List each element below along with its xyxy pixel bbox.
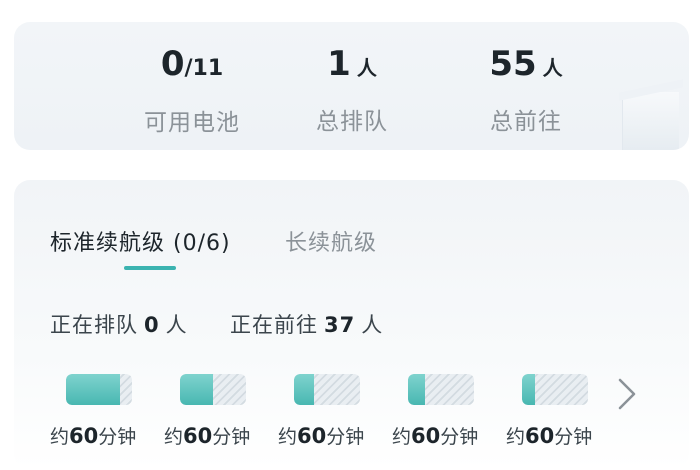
battery-icon bbox=[522, 374, 588, 405]
stat-unit: 人 bbox=[356, 56, 377, 80]
battery-charge-level bbox=[180, 374, 213, 405]
eta-prefix: 约 bbox=[392, 426, 412, 448]
eta-prefix: 约 bbox=[164, 426, 184, 448]
tab-standard-range[interactable]: 标准续航级 (0/6) bbox=[50, 225, 231, 257]
battery-eta: 约60分钟 bbox=[506, 422, 592, 449]
stat-label: 总前往 bbox=[490, 109, 562, 135]
eta-value: 60 bbox=[183, 424, 213, 448]
eta-prefix: 约 bbox=[506, 426, 526, 448]
eta-value: 60 bbox=[69, 424, 99, 448]
battery-charge-level bbox=[522, 374, 536, 405]
stat-value: 1人 bbox=[252, 44, 452, 88]
battery-eta: 约60分钟 bbox=[278, 422, 364, 449]
eta-value: 60 bbox=[411, 424, 441, 448]
battery-list: 约60分钟 约60分钟 约60分钟 约60分钟 约60分钟 bbox=[50, 372, 620, 452]
battery-charge-level bbox=[294, 374, 314, 405]
eta-unit: 分钟 bbox=[326, 426, 365, 448]
battery-slot[interactable]: 约60分钟 bbox=[506, 372, 606, 452]
battery-eta: 约60分钟 bbox=[50, 422, 136, 449]
eta-unit: 分钟 bbox=[212, 426, 251, 448]
queuing-label: 正在排队 bbox=[50, 313, 138, 337]
heading-label: 正在前往 bbox=[230, 313, 318, 337]
battery-charge-level bbox=[66, 374, 121, 405]
eta-unit: 分钟 bbox=[554, 426, 593, 448]
battery-slot[interactable]: 约60分钟 bbox=[164, 372, 264, 452]
battery-icon bbox=[294, 374, 360, 405]
battery-icon bbox=[66, 374, 132, 405]
stat-total-queue: 1人 总排队 bbox=[252, 44, 452, 136]
battery-slot[interactable]: 约60分钟 bbox=[50, 372, 150, 452]
stat-number: 55 bbox=[489, 44, 537, 84]
eta-unit: 分钟 bbox=[98, 426, 137, 448]
stat-number: 1 bbox=[327, 44, 351, 84]
stat-unit: 人 bbox=[542, 56, 563, 80]
station-illustration bbox=[622, 92, 679, 150]
heading-unit: 人 bbox=[361, 313, 384, 337]
battery-eta: 约60分钟 bbox=[164, 422, 250, 449]
tab-long-range[interactable]: 长续航级 bbox=[285, 225, 377, 257]
active-tab-indicator bbox=[124, 266, 176, 270]
stat-value: 55 人 bbox=[426, 44, 626, 88]
stat-number: 0 bbox=[160, 44, 185, 84]
heading-count: 37 bbox=[324, 313, 356, 337]
battery-icon bbox=[180, 374, 246, 405]
eta-prefix: 约 bbox=[278, 426, 298, 448]
heading-info: 正在前往 37 人 bbox=[230, 309, 383, 339]
eta-value: 60 bbox=[297, 424, 327, 448]
eta-prefix: 约 bbox=[50, 426, 70, 448]
queuing-info: 正在排队 0 人 bbox=[50, 309, 188, 339]
chevron-right-icon[interactable] bbox=[612, 378, 640, 410]
battery-icon bbox=[408, 374, 474, 405]
battery-charge-level bbox=[408, 374, 425, 405]
queuing-count: 0 bbox=[144, 313, 160, 337]
battery-eta: 约60分钟 bbox=[392, 422, 478, 449]
eta-value: 60 bbox=[525, 424, 555, 448]
stat-total: /11 bbox=[184, 56, 224, 81]
stat-label: 总排队 bbox=[316, 109, 388, 135]
battery-slot[interactable]: 约60分钟 bbox=[278, 372, 378, 452]
queuing-unit: 人 bbox=[165, 313, 188, 337]
battery-slot[interactable]: 约60分钟 bbox=[392, 372, 492, 452]
stat-total-heading: 55 人 总前往 bbox=[426, 44, 626, 136]
eta-unit: 分钟 bbox=[440, 426, 479, 448]
